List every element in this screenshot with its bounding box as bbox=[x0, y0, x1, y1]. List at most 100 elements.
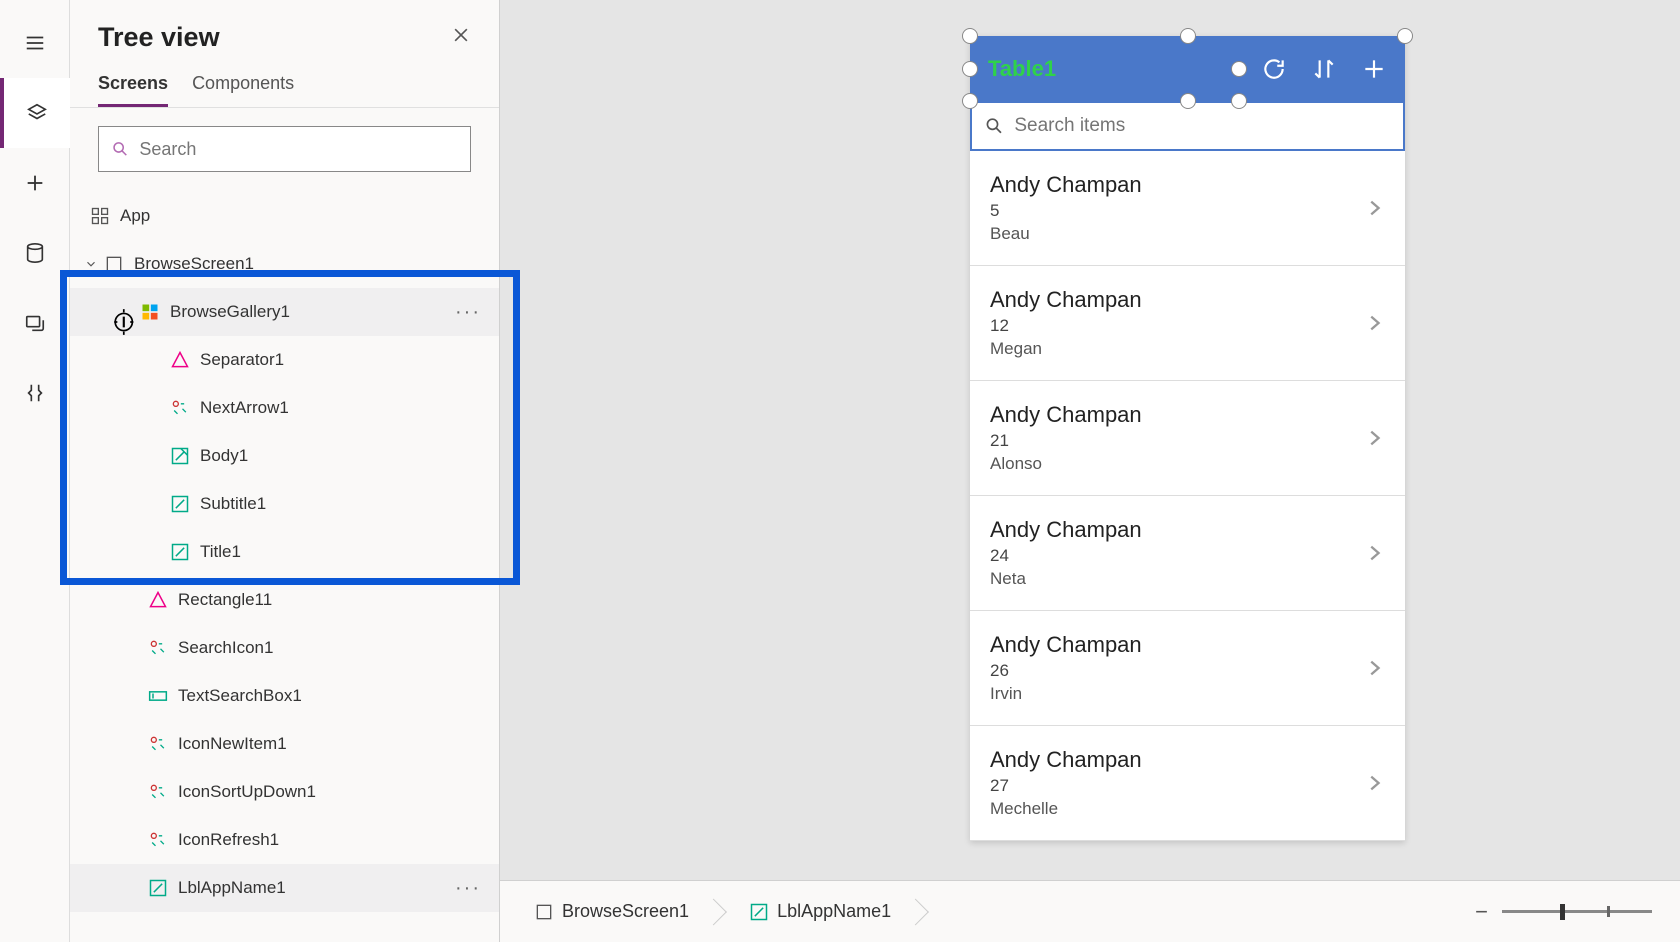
more-button[interactable]: ··· bbox=[455, 301, 481, 324]
data-rail-button[interactable] bbox=[0, 218, 70, 288]
tree-node-lblappname[interactable]: LblAppName1 ··· bbox=[70, 864, 499, 912]
chevron-right-icon[interactable] bbox=[1363, 657, 1385, 679]
refresh-icon[interactable] bbox=[1261, 56, 1287, 82]
gallery-row[interactable]: Andy Champan 12 Megan bbox=[970, 266, 1405, 381]
screen-icon bbox=[534, 902, 554, 922]
row-subtitle: 24 bbox=[990, 546, 1142, 566]
gallery-row[interactable]: Andy Champan 5 Beau bbox=[970, 151, 1405, 266]
tree-node-subtitle[interactable]: Subtitle1 bbox=[70, 480, 499, 528]
tree-label: App bbox=[120, 206, 150, 226]
breadcrumb-control[interactable]: LblAppName1 bbox=[729, 888, 911, 936]
app-title-label[interactable]: Table1 bbox=[988, 56, 1056, 82]
more-button[interactable]: ··· bbox=[455, 877, 481, 900]
search-icon bbox=[111, 139, 129, 159]
row-title: Andy Champan bbox=[990, 517, 1142, 543]
sort-icon[interactable] bbox=[1311, 56, 1337, 82]
tree-node-iconrefresh[interactable]: IconRefresh1 bbox=[70, 816, 499, 864]
selection-handle[interactable] bbox=[1180, 28, 1196, 44]
selection-handle[interactable] bbox=[1231, 93, 1247, 109]
gallery-row[interactable]: Andy Champan 27 Mechelle bbox=[970, 726, 1405, 841]
gallery-row[interactable]: Andy Champan 26 Irvin bbox=[970, 611, 1405, 726]
tree-label: Body1 bbox=[200, 446, 248, 466]
tools-icon bbox=[24, 382, 46, 404]
tree-search-field[interactable] bbox=[98, 126, 471, 172]
zoom-slider[interactable] bbox=[1502, 910, 1652, 913]
canvas-area[interactable]: Table1 Andy Champan 5 Beau Andy Champan … bbox=[500, 0, 1680, 880]
tree-scroll[interactable]: App BrowseScreen1 BrowseGallery1 ··· Sep… bbox=[70, 192, 499, 942]
row-body: Irvin bbox=[990, 684, 1142, 704]
tree-node-browsegallery[interactable]: BrowseGallery1 ··· bbox=[70, 288, 499, 336]
shape-icon bbox=[170, 350, 190, 370]
icon-control-icon bbox=[148, 830, 168, 850]
zoom-out-button[interactable]: − bbox=[1475, 899, 1488, 925]
zoom-thumb[interactable] bbox=[1560, 904, 1565, 920]
chevron-right-icon[interactable] bbox=[1363, 542, 1385, 564]
row-body: Megan bbox=[990, 339, 1142, 359]
layers-icon bbox=[26, 102, 48, 124]
row-body: Mechelle bbox=[990, 799, 1142, 819]
tree-node-searchicon[interactable]: SearchIcon1 bbox=[70, 624, 499, 672]
selection-handle[interactable] bbox=[1397, 28, 1413, 44]
selection-handle[interactable] bbox=[1180, 93, 1196, 109]
textinput-icon bbox=[148, 686, 168, 706]
chevron-right-icon[interactable] bbox=[1363, 772, 1385, 794]
close-panel-button[interactable] bbox=[451, 24, 471, 52]
gallery-row[interactable]: Andy Champan 21 Alonso bbox=[970, 381, 1405, 496]
row-title: Andy Champan bbox=[990, 747, 1142, 773]
row-body: Alonso bbox=[990, 454, 1142, 474]
tree-node-iconsortupdown[interactable]: IconSortUpDown1 bbox=[70, 768, 499, 816]
selection-handle[interactable] bbox=[1231, 61, 1247, 77]
media-rail-button[interactable] bbox=[0, 288, 70, 358]
shape-icon bbox=[148, 590, 168, 610]
tree-node-nextarrow[interactable]: NextArrow1 bbox=[70, 384, 499, 432]
add-icon[interactable] bbox=[1361, 56, 1387, 82]
tree-node-title[interactable]: Title1 bbox=[70, 528, 499, 576]
gallery-row[interactable]: Andy Champan 24 Neta bbox=[970, 496, 1405, 611]
tree-search-input[interactable] bbox=[139, 139, 458, 160]
gallery-icon bbox=[140, 302, 160, 322]
row-body: Neta bbox=[990, 569, 1142, 589]
tab-components[interactable]: Components bbox=[192, 73, 294, 107]
tree-label: SearchIcon1 bbox=[178, 638, 273, 658]
media-icon bbox=[24, 312, 46, 334]
row-title: Andy Champan bbox=[990, 287, 1142, 313]
selection-handle[interactable] bbox=[962, 61, 978, 77]
left-rail bbox=[0, 0, 70, 942]
icon-control-icon bbox=[148, 782, 168, 802]
tree-node-app[interactable]: App bbox=[70, 192, 499, 240]
row-subtitle: 5 bbox=[990, 201, 1142, 221]
tree-label: IconNewItem1 bbox=[178, 734, 287, 754]
tree-node-iconnewitem[interactable]: IconNewItem1 bbox=[70, 720, 499, 768]
tree-label: NextArrow1 bbox=[200, 398, 289, 418]
screen-icon bbox=[104, 254, 124, 274]
app-search-input[interactable] bbox=[1014, 115, 1391, 137]
chevron-right-icon[interactable] bbox=[1363, 197, 1385, 219]
chevron-right-icon[interactable] bbox=[1363, 427, 1385, 449]
tab-screens[interactable]: Screens bbox=[98, 73, 168, 107]
row-title: Andy Champan bbox=[990, 402, 1142, 428]
tree-label: BrowseGallery1 bbox=[170, 302, 290, 322]
tree-view-rail-button[interactable] bbox=[0, 78, 70, 148]
tree-label: Separator1 bbox=[200, 350, 284, 370]
selection-handle[interactable] bbox=[962, 93, 978, 109]
tools-rail-button[interactable] bbox=[0, 358, 70, 428]
tree-label: Title1 bbox=[200, 542, 241, 562]
gallery[interactable]: Andy Champan 5 Beau Andy Champan 12 Mega… bbox=[970, 151, 1405, 841]
chevron-down-icon bbox=[84, 257, 98, 271]
tree-node-separator[interactable]: Separator1 bbox=[70, 336, 499, 384]
zoom-controls: − bbox=[1475, 899, 1652, 925]
tree-node-body[interactable]: Body1 bbox=[70, 432, 499, 480]
selection-handle[interactable] bbox=[962, 28, 978, 44]
app-header[interactable]: Table1 bbox=[970, 36, 1405, 101]
tree-view-title: Tree view bbox=[98, 22, 220, 53]
breadcrumb-screen[interactable]: BrowseScreen1 bbox=[514, 888, 709, 936]
tree-node-rectangle[interactable]: Rectangle11 bbox=[70, 576, 499, 624]
insert-rail-button[interactable] bbox=[0, 148, 70, 218]
hamburger-button[interactable] bbox=[0, 8, 70, 78]
app-icon bbox=[90, 206, 110, 226]
chevron-right-icon[interactable] bbox=[1363, 312, 1385, 334]
tree-label: BrowseScreen1 bbox=[134, 254, 254, 274]
tree-node-browsescreen[interactable]: BrowseScreen1 bbox=[70, 240, 499, 288]
tree-node-textsearchbox[interactable]: TextSearchBox1 bbox=[70, 672, 499, 720]
search-icon bbox=[984, 115, 1004, 137]
